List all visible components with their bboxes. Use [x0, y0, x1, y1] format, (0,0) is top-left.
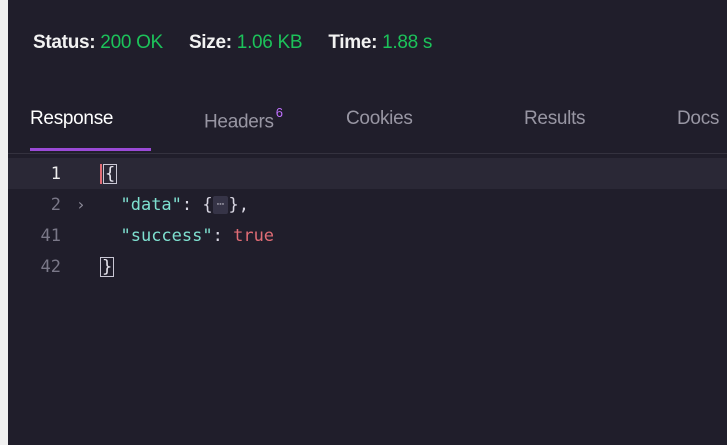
code-content: "success": true [100, 226, 274, 246]
json-colon: : [181, 194, 203, 215]
json-boolean-value: true [233, 225, 275, 246]
code-content: "data": {⋯}, [100, 194, 249, 215]
tab-docs-label: Docs [677, 108, 720, 129]
tab-response[interactable]: Response [30, 108, 113, 130]
tab-results-label: Results [524, 108, 586, 129]
time-label: Time: [328, 32, 378, 53]
status-label: Status: [33, 32, 96, 53]
headers-count-badge: 6 [275, 105, 283, 120]
code-line-2[interactable]: 2 › "data": {⋯}, [8, 189, 727, 220]
json-colon: : [212, 225, 234, 246]
code-line-41[interactable]: 41 "success": true [8, 220, 727, 251]
code-content: { [100, 163, 118, 184]
collapsed-block-ellipsis[interactable]: ⋯ [212, 195, 229, 214]
fold-chevron-right-icon[interactable]: › [76, 195, 86, 214]
json-key-data: "data" [120, 194, 182, 215]
line-number: 41 [40, 225, 61, 246]
response-body-editor[interactable]: 1 { 2 › "data": {⋯}, 41 "success": true … [8, 154, 727, 445]
response-tabs: Response Headers 6 Cookies Results Docs [8, 95, 727, 154]
tab-cookies-label: Cookies [346, 108, 413, 129]
line-number: 1 [50, 163, 61, 184]
line-number: 2 [50, 194, 61, 215]
active-tab-indicator [30, 148, 151, 151]
response-panel: Status: 200 OK Size: 1.06 KB Time: 1.88 … [8, 0, 727, 445]
tab-headers-label: Headers [204, 111, 274, 133]
json-open-brace: { [103, 163, 118, 184]
time-indicator: Time: 1.88 s [328, 32, 432, 54]
json-open-brace: { [202, 194, 213, 215]
line-number: 42 [40, 256, 61, 277]
tab-docs[interactable]: Docs [677, 108, 719, 130]
code-line-42[interactable]: 42 } [8, 251, 727, 282]
time-value: 1.88 s [382, 32, 433, 53]
json-key-success: "success" [120, 225, 213, 246]
code-content: } [100, 256, 115, 277]
text-cursor [100, 163, 102, 184]
response-status-bar: Status: 200 OK Size: 1.06 KB Time: 1.88 … [8, 28, 432, 58]
size-label: Size: [188, 32, 232, 53]
size-indicator: Size: 1.06 KB [188, 32, 303, 54]
size-value: 1.06 KB [236, 32, 303, 53]
tab-results[interactable]: Results [524, 108, 586, 130]
json-close-brace: } [100, 256, 115, 277]
tab-response-label: Response [30, 108, 114, 129]
code-line-1[interactable]: 1 { [8, 158, 727, 189]
json-close-brace: }, [228, 194, 249, 215]
tab-headers[interactable]: Headers 6 [204, 105, 283, 133]
tab-cookies[interactable]: Cookies [346, 108, 413, 130]
status-value: 200 OK [100, 32, 163, 53]
status-indicator: Status: 200 OK [33, 32, 163, 54]
